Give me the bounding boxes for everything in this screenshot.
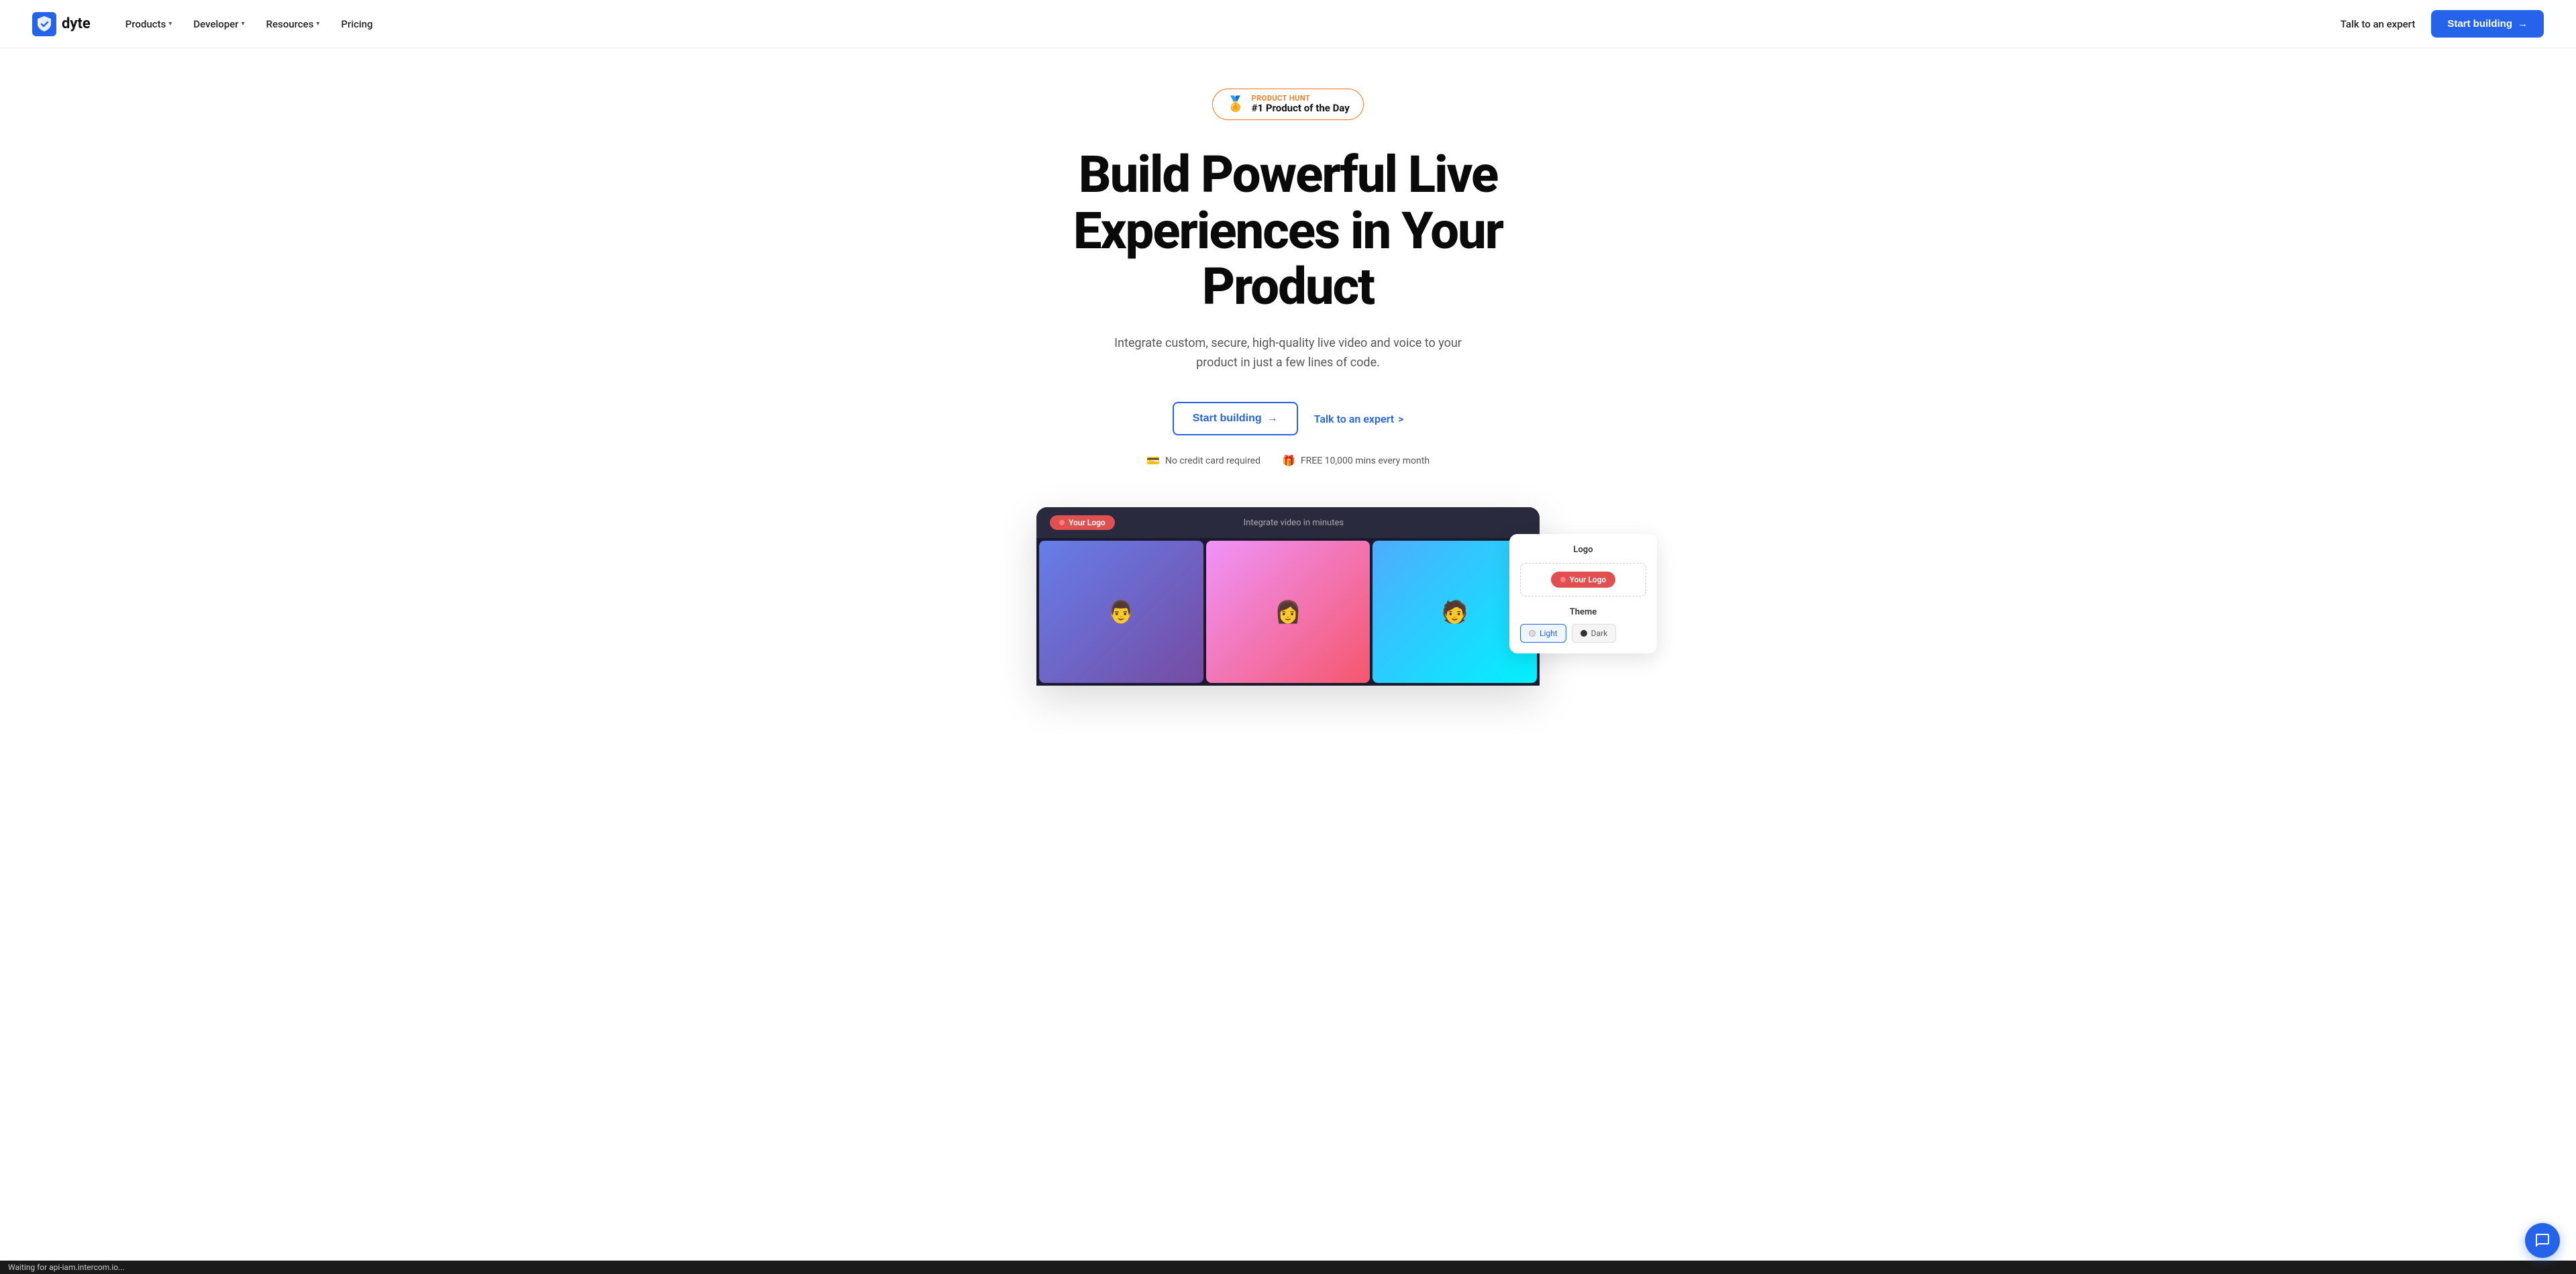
settings-logo-preview: Your Logo [1520,563,1646,596]
video-tile-2: 👩 [1206,541,1371,683]
hero-title: Build Powerful Live Experiences in Your … [986,147,1590,315]
gift-icon: 🎁 [1282,454,1295,467]
dark-theme-dot [1580,630,1587,637]
perk-free-mins: 🎁 FREE 10,000 mins every month [1282,454,1430,467]
chat-icon [2534,1232,2551,1249]
badge-main-text: #1 Product of the Day [1252,102,1350,114]
chat-button[interactable] [2525,1223,2560,1258]
badge-eyebrow: PRODUCT HUNT [1252,95,1350,102]
nav-item-pricing[interactable]: Pricing [333,13,380,36]
nav-start-building-label: Start building [2447,18,2512,30]
demo-integrate-label: Integrate video in minutes [1244,518,1344,528]
navigation: dyte Products ▾ Developer ▾ Resources ▾ … [0,0,2576,48]
dark-theme-label: Dark [1591,629,1608,638]
settings-theme-section: Theme Light Dark [1520,607,1646,643]
person-2: 👩 [1206,541,1371,683]
nav-resources-label: Resources [266,18,314,30]
demo-logo-label: Your Logo [1069,518,1106,527]
settings-logo-pill: Your Logo [1551,572,1616,588]
nav-talk-expert-link[interactable]: Talk to an expert [2341,18,2416,30]
nav-items: Products ▾ Developer ▾ Resources ▾ Prici… [117,13,381,36]
perk-no-credit-card: 💳 No credit card required [1146,454,1260,467]
nav-right: Talk to an expert Start building → [2341,10,2544,38]
settings-panel: Logo Your Logo Theme Light Dark [1509,534,1657,653]
nav-start-building-arrow: → [2518,18,2528,30]
status-bar-text: Waiting for api-iam.intercom.io... [8,1263,125,1272]
demo-header: Your Logo Integrate video in minutes [1036,507,1540,538]
nav-products-label: Products [125,18,166,30]
hero-subtitle: Integrate custom, secure, high-quality l… [1114,334,1462,373]
nav-developer-label: Developer [193,18,238,30]
hero-title-line1: Build Powerful Live [1079,144,1497,205]
settings-logo-dot [1560,577,1566,582]
settings-theme-title: Theme [1520,607,1646,617]
demo-logo-pill: Your Logo [1050,515,1115,530]
perk-free-mins-text: FREE 10,000 mins every month [1301,456,1430,466]
hero-talk-expert-label: Talk to an expert [1314,413,1394,425]
products-chevron-icon: ▾ [168,20,172,28]
light-theme-label: Light [1540,629,1558,638]
demo-logo-dot [1059,520,1065,525]
product-hunt-badge: 🏅 PRODUCT HUNT #1 Product of the Day [1212,89,1364,120]
nav-start-building-button[interactable]: Start building → [2431,10,2544,38]
perk-no-credit-card-text: No credit card required [1165,456,1260,466]
nav-pricing-label: Pricing [341,18,372,30]
hero-section: 🏅 PRODUCT HUNT #1 Product of the Day Bui… [0,48,2576,686]
hero-buttons: Start building → Talk to an expert > [1173,402,1404,435]
credit-card-icon: 💳 [1146,454,1160,467]
dyte-logo-icon [32,12,56,36]
hero-perks: 💳 No credit card required 🎁 FREE 10,000 … [1146,454,1430,467]
badge-medal-icon: 🏅 [1226,96,1244,113]
demo-window: Your Logo Integrate video in minutes 👨 👩… [1036,507,1540,686]
nav-item-resources[interactable]: Resources ▾ [258,13,328,36]
hero-title-line2: Experiences in Your Product [1073,201,1503,317]
video-tile-1: 👨 [1039,541,1203,683]
light-theme-dot [1529,630,1536,637]
demo-video-grid: 👨 👩 🧑 [1036,538,1540,686]
hero-start-building-arrow: → [1267,413,1278,425]
theme-option-light[interactable]: Light [1520,624,1566,643]
resources-chevron-icon: ▾ [316,20,319,28]
developer-chevron-icon: ▾ [241,20,245,28]
nav-left: dyte Products ▾ Developer ▾ Resources ▾ … [32,12,381,36]
hero-talk-expert-link[interactable]: Talk to an expert > [1314,413,1404,425]
badge-text-group: PRODUCT HUNT #1 Product of the Day [1252,95,1350,114]
theme-options: Light Dark [1520,624,1646,643]
nav-item-developer[interactable]: Developer ▾ [185,13,252,36]
person-1: 👨 [1039,541,1203,683]
settings-logo-label: Your Logo [1570,575,1607,584]
nav-item-products[interactable]: Products ▾ [117,13,180,36]
hero-start-building-label: Start building [1193,413,1262,425]
logo[interactable]: dyte [32,12,91,36]
hero-talk-expert-arrow: > [1398,413,1403,425]
hero-start-building-button[interactable]: Start building → [1173,402,1298,435]
status-bar: Waiting for api-iam.intercom.io... [0,1261,2576,1274]
logo-text: dyte [62,15,91,32]
demo-preview: Your Logo Integrate video in minutes 👨 👩… [919,507,1657,686]
settings-logo-title: Logo [1520,545,1646,555]
theme-option-dark[interactable]: Dark [1572,624,1617,643]
